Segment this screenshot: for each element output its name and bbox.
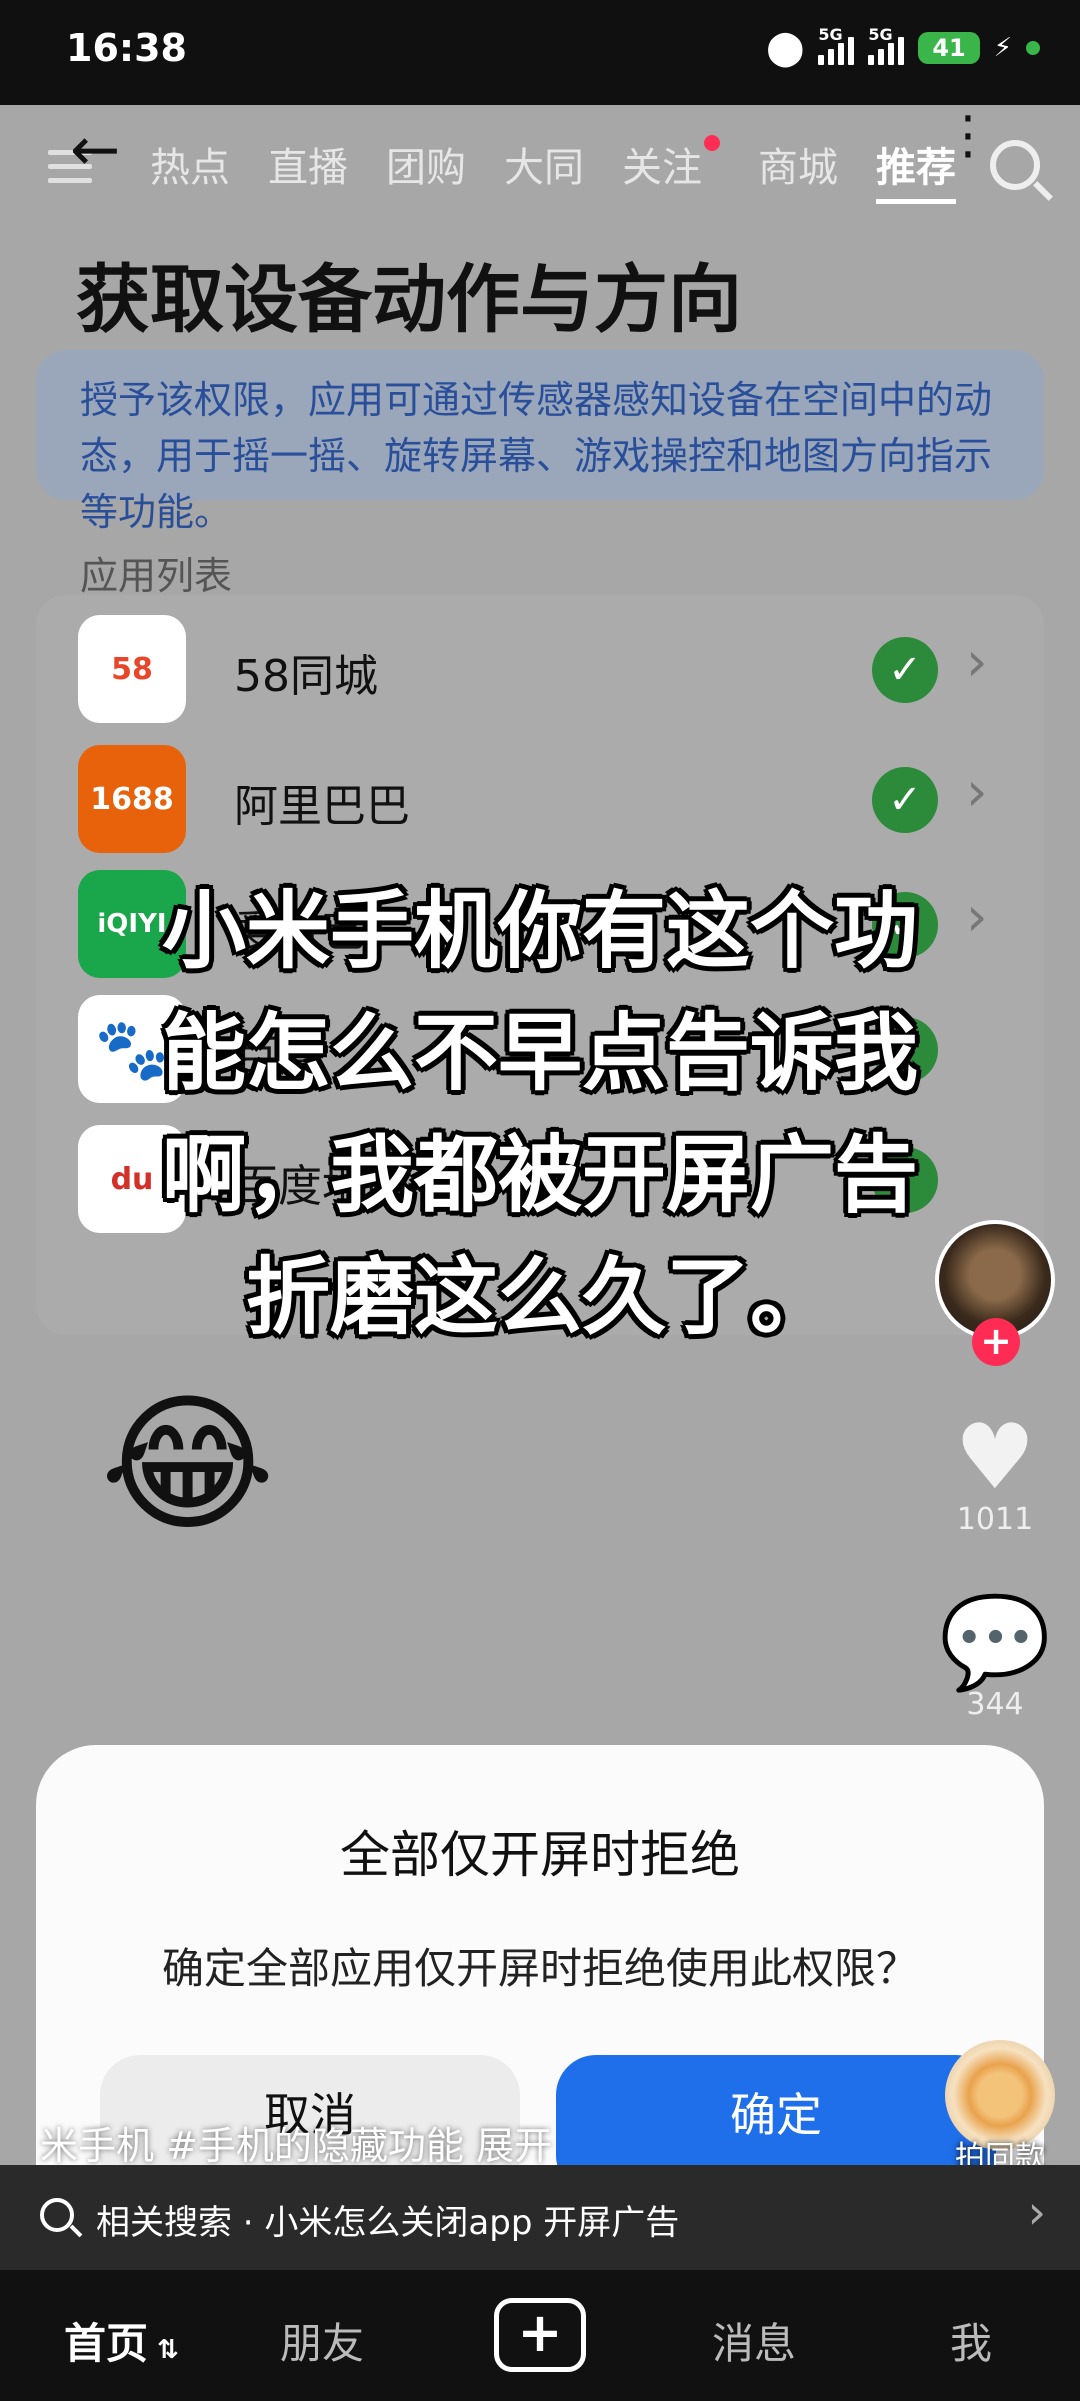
tab-group-buy[interactable]: 团购 bbox=[386, 135, 466, 204]
battery-indicator: 41 bbox=[918, 32, 980, 64]
permission-info: 授予该权限，应用可通过传感器感知设备在空间中的动态，用于摇一摇、旋转屏幕、游戏操… bbox=[36, 350, 1044, 534]
confirm-dialog: 全部仅开屏时拒绝 确定全部应用仅开屏时拒绝使用此权限？ 取消 确定 bbox=[36, 1745, 1044, 2165]
same-style-button[interactable]: 拍同款 bbox=[940, 2040, 1060, 2165]
heart-icon: ♥ bbox=[954, 1405, 1036, 1510]
nav-home[interactable]: 首页 ⇅ bbox=[64, 2310, 179, 2371]
tab-local[interactable]: 大同 bbox=[504, 135, 584, 204]
search-icon[interactable] bbox=[990, 140, 1040, 190]
back-arrow-icon: ← bbox=[70, 115, 121, 185]
comment-button[interactable]: 💬 344 bbox=[930, 1590, 1060, 1723]
follow-button[interactable]: + bbox=[972, 1318, 1020, 1366]
create-button[interactable]: + bbox=[494, 2298, 586, 2372]
page-title: 获取设备动作与方向 bbox=[76, 257, 742, 343]
app-icon-58: 58 bbox=[78, 615, 186, 723]
tab-live[interactable]: 直播 bbox=[268, 135, 348, 204]
tab-hot[interactable]: 热点 bbox=[150, 135, 230, 204]
chevron-right-icon: › bbox=[1027, 2185, 1046, 2239]
chevron-right-icon: › bbox=[966, 630, 988, 693]
check-icon: ✓ bbox=[872, 767, 938, 833]
notification-dot bbox=[704, 135, 720, 151]
list-item: 1688 阿里巴巴 ✓ › bbox=[36, 725, 1044, 865]
laughing-emoji-icon: 😂 bbox=[100, 1378, 276, 1552]
top-navigation: ← 热点 直播 团购 大同 关注 商城 推荐 · · · bbox=[0, 105, 1080, 225]
nav-messages[interactable]: 消息 bbox=[712, 2310, 796, 2371]
chevron-right-icon: › bbox=[966, 760, 988, 823]
status-icons: ⬤ 5G 5G 41 ⚡ bbox=[766, 25, 1040, 68]
chevron-right-icon: › bbox=[966, 885, 988, 948]
tab-recommend[interactable]: 推荐 bbox=[876, 135, 956, 204]
more-vertical-icon: · · · bbox=[960, 105, 976, 184]
confirm-button[interactable]: 确定 bbox=[556, 2055, 996, 2165]
video-description[interactable]: 米手机 #手机的隐藏功能 展开 bbox=[40, 2115, 552, 2165]
tab-mall[interactable]: 商城 bbox=[758, 135, 838, 204]
same-style-label: 拍同款 bbox=[955, 2140, 1045, 2165]
comment-icon: 💬 bbox=[938, 1590, 1052, 1695]
dialog-message: 确定全部应用仅开屏时拒绝使用此权限？ bbox=[161, 1944, 918, 1993]
privacy-dot-icon bbox=[1026, 41, 1040, 55]
like-button[interactable]: ♥ 1011 bbox=[930, 1405, 1060, 1538]
nav-friends[interactable]: 朋友 bbox=[280, 2310, 364, 2371]
signal-icon: 5G bbox=[818, 25, 855, 65]
location-icon: ⬤ bbox=[766, 28, 805, 68]
tab-follow[interactable]: 关注 bbox=[622, 135, 720, 204]
charging-icon: ⚡ bbox=[993, 33, 1012, 63]
switch-icon: ⇅ bbox=[148, 2335, 179, 2365]
app-name: 阿里巴巴 bbox=[234, 781, 410, 832]
related-search-text: 相关搜索 · 小米怎么关闭app 开屏广告 bbox=[96, 2203, 680, 2243]
app-icon-1688: 1688 bbox=[78, 745, 186, 853]
video-caption: 小米手机你有这个功能怎么不早点告诉我啊，我都被开屏广告折磨这么久了。 bbox=[161, 882, 918, 1346]
like-count: 1011 bbox=[956, 1502, 1034, 1537]
top-tabs: 热点 直播 团购 大同 关注 商城 推荐 bbox=[150, 135, 956, 204]
bottom-navigation: 首页 ⇅ 朋友 + 消息 我 bbox=[0, 2270, 1080, 2401]
app-name: 58同城 bbox=[234, 651, 378, 702]
nav-me[interactable]: 我 bbox=[950, 2310, 992, 2371]
search-icon bbox=[40, 2198, 74, 2232]
status-bar: 16:38 ⬤ 5G 5G 41 ⚡ bbox=[0, 0, 1080, 105]
list-item: 58 58同城 ✓ › bbox=[36, 595, 1044, 735]
related-search-bar[interactable]: 相关搜索 · 小米怎么关闭app 开屏广告 › bbox=[0, 2165, 1080, 2270]
section-label: 应用列表 bbox=[80, 554, 233, 598]
video-content[interactable]: ← 热点 直播 团购 大同 关注 商城 推荐 · · · 获取设备动作与方向 授予该… bbox=[0, 105, 1080, 2165]
dialog-title: 全部仅开屏时拒绝 bbox=[340, 1826, 740, 1884]
status-time: 16:38 bbox=[66, 26, 187, 70]
check-icon: ✓ bbox=[872, 637, 938, 703]
signal-icon-2: 5G bbox=[868, 25, 905, 65]
